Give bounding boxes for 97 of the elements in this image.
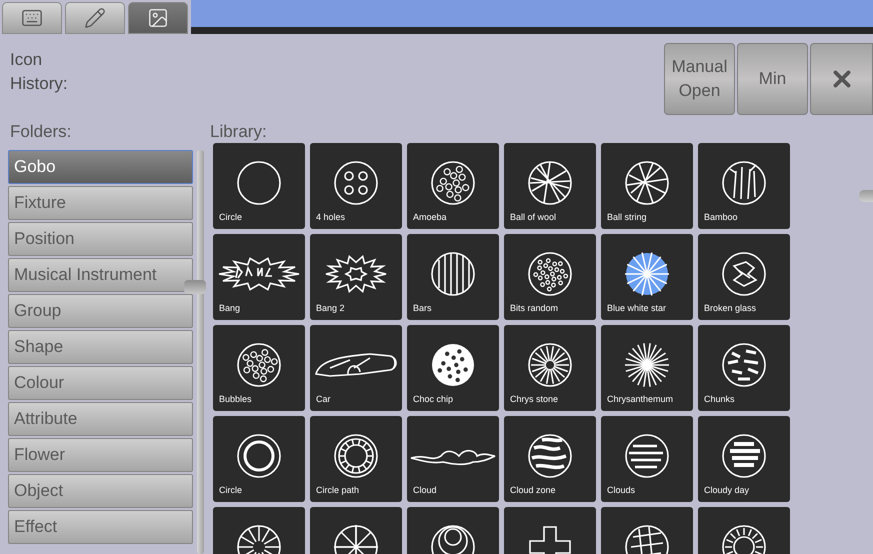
gobo-icon — [528, 434, 572, 478]
gobo-tile[interactable]: Circle — [213, 143, 305, 229]
gobo-tile[interactable]: Cloudy day — [698, 416, 790, 502]
gobo-icon — [625, 252, 669, 296]
folder-item[interactable]: Attribute — [8, 402, 193, 436]
folder-item[interactable]: Gobo — [8, 150, 193, 184]
gobo-label: Circle — [219, 485, 242, 496]
gobo-icon — [722, 434, 766, 478]
gobo-label: Clouds — [607, 485, 636, 496]
toolbar-tab[interactable] — [65, 2, 125, 34]
gobo-icon — [528, 161, 572, 205]
gobo-label: Bamboo — [704, 212, 738, 223]
manual-open-button[interactable]: Manual Open — [664, 43, 735, 115]
gobo-tile[interactable]: Bang 2 — [310, 234, 402, 320]
gobo-icon — [722, 161, 766, 205]
gobo-label: Cloud — [413, 485, 437, 496]
gobo-tile[interactable]: Chrys stone — [504, 325, 596, 411]
gobo-tile[interactable]: Bits random — [504, 234, 596, 320]
gobo-icon — [237, 161, 281, 205]
gobo-tile[interactable]: Choc chip — [407, 325, 499, 411]
gobo-label: Cloud zone — [510, 485, 556, 496]
gobo-label: Chunks — [704, 394, 735, 405]
gobo-tile[interactable]: Chrysanthemum — [601, 325, 693, 411]
gobo-label: Bang 2 — [316, 303, 345, 314]
gobo-tile[interactable]: Bang — [213, 234, 305, 320]
gobo-label: Bang — [219, 303, 240, 314]
gobo-icon — [237, 343, 281, 387]
gobo-tile[interactable]: 4 holes — [310, 143, 402, 229]
gobo-icon — [237, 434, 281, 478]
gobo-tile[interactable]: Amoeba — [407, 143, 499, 229]
gobo-tile[interactable]: Blue white star — [601, 234, 693, 320]
folder-item[interactable]: Flower — [8, 438, 193, 472]
gobo-label: Circle — [219, 212, 242, 223]
gobo-icon — [334, 434, 378, 478]
library-label: Library: — [210, 121, 268, 143]
gobo-icon — [334, 161, 378, 205]
gobo-label: Ball string — [607, 212, 647, 223]
folder-item[interactable]: Shape — [8, 330, 193, 364]
gobo-tile[interactable]: Clouds — [601, 416, 693, 502]
folder-item[interactable]: Object — [8, 474, 193, 508]
toolbar-tab[interactable] — [2, 2, 62, 34]
toolbar-tab[interactable] — [128, 2, 188, 34]
gobo-tile[interactable]: Chunks — [698, 325, 790, 411]
gobo-icon — [217, 256, 301, 292]
folder-item[interactable]: Group — [8, 294, 193, 328]
gobo-tile[interactable]: Cloud zone — [504, 416, 596, 502]
gobo-icon — [722, 252, 766, 296]
gobo-label: Blue white star — [607, 303, 666, 314]
folder-item[interactable]: Musical Instrument — [8, 258, 193, 292]
gobo-label: 4 holes — [316, 212, 346, 223]
folders-label: Folders: — [9, 121, 72, 143]
close-button[interactable] — [810, 43, 873, 115]
gobo-label: Amoeba — [413, 212, 447, 223]
gobo-icon — [324, 254, 388, 294]
gobo-icon — [528, 343, 572, 387]
gobo-icon — [625, 343, 669, 387]
gobo-icon — [528, 252, 572, 296]
gobo-tile[interactable]: Ball of wool — [504, 143, 596, 229]
keyboard-icon — [21, 7, 43, 29]
gobo-icon — [431, 252, 475, 296]
side-scroll-handle[interactable] — [859, 190, 873, 202]
gobo-tile[interactable]: Ball string — [601, 143, 693, 229]
gobo-icon — [625, 161, 669, 205]
gobo-label: Chrys stone — [510, 394, 558, 405]
folder-item[interactable]: Position — [8, 222, 193, 256]
history-label: Icon History: — [9, 49, 69, 95]
gobo-tile[interactable]: Broken glass — [698, 234, 790, 320]
gobo-label: Cloudy day — [704, 485, 750, 496]
min-button[interactable]: Min — [737, 43, 808, 115]
gobo-tile[interactable]: Bars — [407, 234, 499, 320]
gobo-icon — [431, 161, 475, 205]
gobo-label: Ball of wool — [510, 212, 556, 223]
gobo-tile[interactable]: Circle — [213, 416, 305, 502]
gobo-label: Car — [316, 394, 331, 405]
gobo-label: Circle path — [316, 485, 360, 496]
gobo-icon — [431, 343, 475, 387]
folder-item[interactable]: Effect — [8, 510, 193, 544]
gobo-label: Bits random — [510, 303, 558, 314]
gobo-icon — [314, 352, 398, 378]
gobo-label: Bars — [413, 303, 432, 314]
gobo-icon — [722, 343, 766, 387]
gobo-tile[interactable]: Bubbles — [213, 325, 305, 411]
gobo-tile[interactable]: Cloud — [407, 416, 499, 502]
gobo-tile[interactable]: Bamboo — [698, 143, 790, 229]
folder-item[interactable]: Colour — [8, 366, 193, 400]
folder-item[interactable]: Fixture — [8, 186, 193, 220]
gobo-tile[interactable]: Circle path — [310, 416, 402, 502]
folder-scrollbar[interactable] — [197, 150, 204, 554]
scroll-handle[interactable] — [184, 280, 206, 294]
gobo-label: Bubbles — [219, 394, 252, 405]
gobo-label: Broken glass — [704, 303, 756, 314]
gobo-tile[interactable]: Car — [310, 325, 402, 411]
pencil-icon — [84, 7, 106, 29]
picture-icon — [147, 7, 169, 29]
gobo-label: Choc chip — [413, 394, 454, 405]
gobo-icon — [625, 434, 669, 478]
gobo-label: Chrysanthemum — [607, 394, 674, 405]
